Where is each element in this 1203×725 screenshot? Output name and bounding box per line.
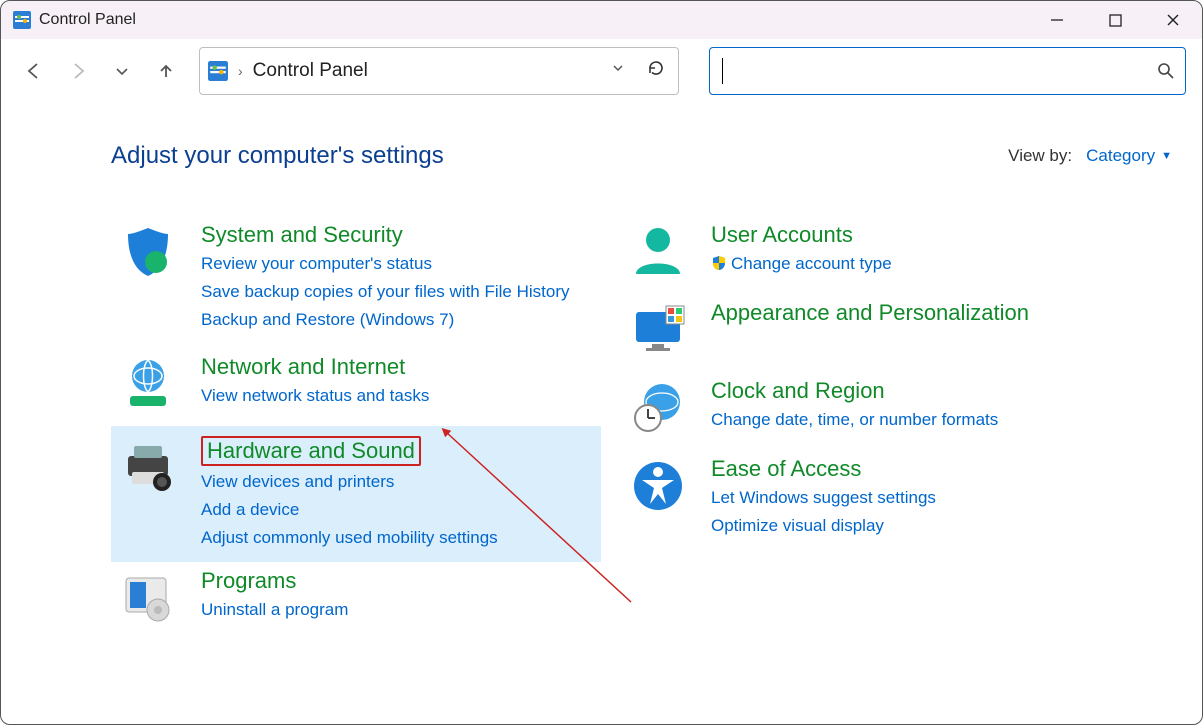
link-backup-restore[interactable]: Backup and Restore (Windows 7) (201, 306, 595, 334)
link-review-status[interactable]: Review your computer's status (201, 250, 595, 278)
close-button[interactable] (1144, 1, 1202, 39)
refresh-button[interactable] (642, 59, 670, 82)
accessibility-icon (627, 456, 689, 540)
link-date-time-formats[interactable]: Change date, time, or number formats (711, 406, 1166, 434)
search-input[interactable] (720, 61, 1157, 81)
category-title-clock[interactable]: Clock and Region (711, 378, 885, 404)
address-bar[interactable]: › Control Panel (199, 47, 679, 95)
view-by-label: View by: (1008, 146, 1072, 166)
uac-shield-icon (711, 252, 727, 268)
view-by-dropdown[interactable]: Category ▼ (1086, 146, 1172, 166)
category-title-ease[interactable]: Ease of Access (711, 456, 861, 482)
category-hardware-sound: Hardware and Sound View devices and prin… (111, 426, 601, 562)
category-title-programs[interactable]: Programs (201, 568, 296, 594)
address-dropdown-button[interactable] (604, 61, 632, 80)
search-icon[interactable] (1157, 62, 1175, 80)
heading-row: Adjust your computer's settings View by:… (111, 142, 1172, 170)
text-cursor (722, 58, 723, 84)
monitor-icon (627, 300, 689, 358)
printer-icon (117, 436, 179, 552)
minimize-button[interactable] (1028, 1, 1086, 39)
link-suggest-settings[interactable]: Let Windows suggest settings (711, 484, 1166, 512)
link-network-status[interactable]: View network status and tasks (201, 382, 595, 410)
chevron-down-icon: ▼ (1161, 150, 1172, 162)
category-programs: Programs Uninstall a program (111, 562, 601, 640)
clock-globe-icon (627, 378, 689, 436)
category-user-accounts: User Accounts Change account type (621, 216, 1172, 294)
programs-icon (117, 568, 179, 626)
category-system-security: System and Security Review your computer… (111, 216, 601, 348)
link-change-account-type-label: Change account type (731, 254, 892, 273)
link-change-account-type[interactable]: Change account type (711, 250, 1166, 278)
link-uninstall-program[interactable]: Uninstall a program (201, 596, 595, 624)
category-network-internet: Network and Internet View network status… (111, 348, 601, 426)
control-panel-icon (208, 61, 228, 81)
maximize-button[interactable] (1086, 1, 1144, 39)
breadcrumb[interactable]: Control Panel (253, 60, 368, 82)
search-box[interactable] (709, 47, 1186, 95)
category-title-system-security[interactable]: System and Security (201, 222, 403, 248)
back-button[interactable] (17, 54, 51, 88)
globe-icon (117, 354, 179, 412)
titlebar: Control Panel (1, 1, 1202, 39)
link-optimize-display[interactable]: Optimize visual display (711, 512, 1166, 540)
category-title-users[interactable]: User Accounts (711, 222, 853, 248)
category-ease-access: Ease of Access Let Windows suggest setti… (621, 450, 1172, 554)
window-title: Control Panel (39, 11, 136, 29)
category-title-network[interactable]: Network and Internet (201, 354, 405, 380)
nav-row: › Control Panel (1, 39, 1202, 102)
category-appearance: Appearance and Personalization (621, 294, 1172, 372)
control-panel-window: Control Panel › Control P (0, 0, 1203, 725)
view-by-value: Category (1086, 146, 1155, 166)
content-area: Adjust your computer's settings View by:… (1, 102, 1202, 724)
category-clock-region: Clock and Region Change date, time, or n… (621, 372, 1172, 450)
category-title-appearance[interactable]: Appearance and Personalization (711, 300, 1029, 326)
link-mobility-settings[interactable]: Adjust commonly used mobility settings (201, 524, 595, 552)
link-devices-printers[interactable]: View devices and printers (201, 468, 595, 496)
breadcrumb-separator-icon[interactable]: › (238, 63, 243, 79)
shield-icon (117, 222, 179, 334)
page-title: Adjust your computer's settings (111, 142, 444, 170)
user-icon (627, 222, 689, 280)
link-file-history[interactable]: Save backup copies of your files with Fi… (201, 278, 595, 306)
control-panel-icon (13, 11, 31, 29)
link-add-device[interactable]: Add a device (201, 496, 595, 524)
forward-button[interactable] (61, 54, 95, 88)
category-title-hardware[interactable]: Hardware and Sound (201, 436, 421, 466)
recent-locations-button[interactable] (105, 54, 139, 88)
up-button[interactable] (149, 54, 183, 88)
